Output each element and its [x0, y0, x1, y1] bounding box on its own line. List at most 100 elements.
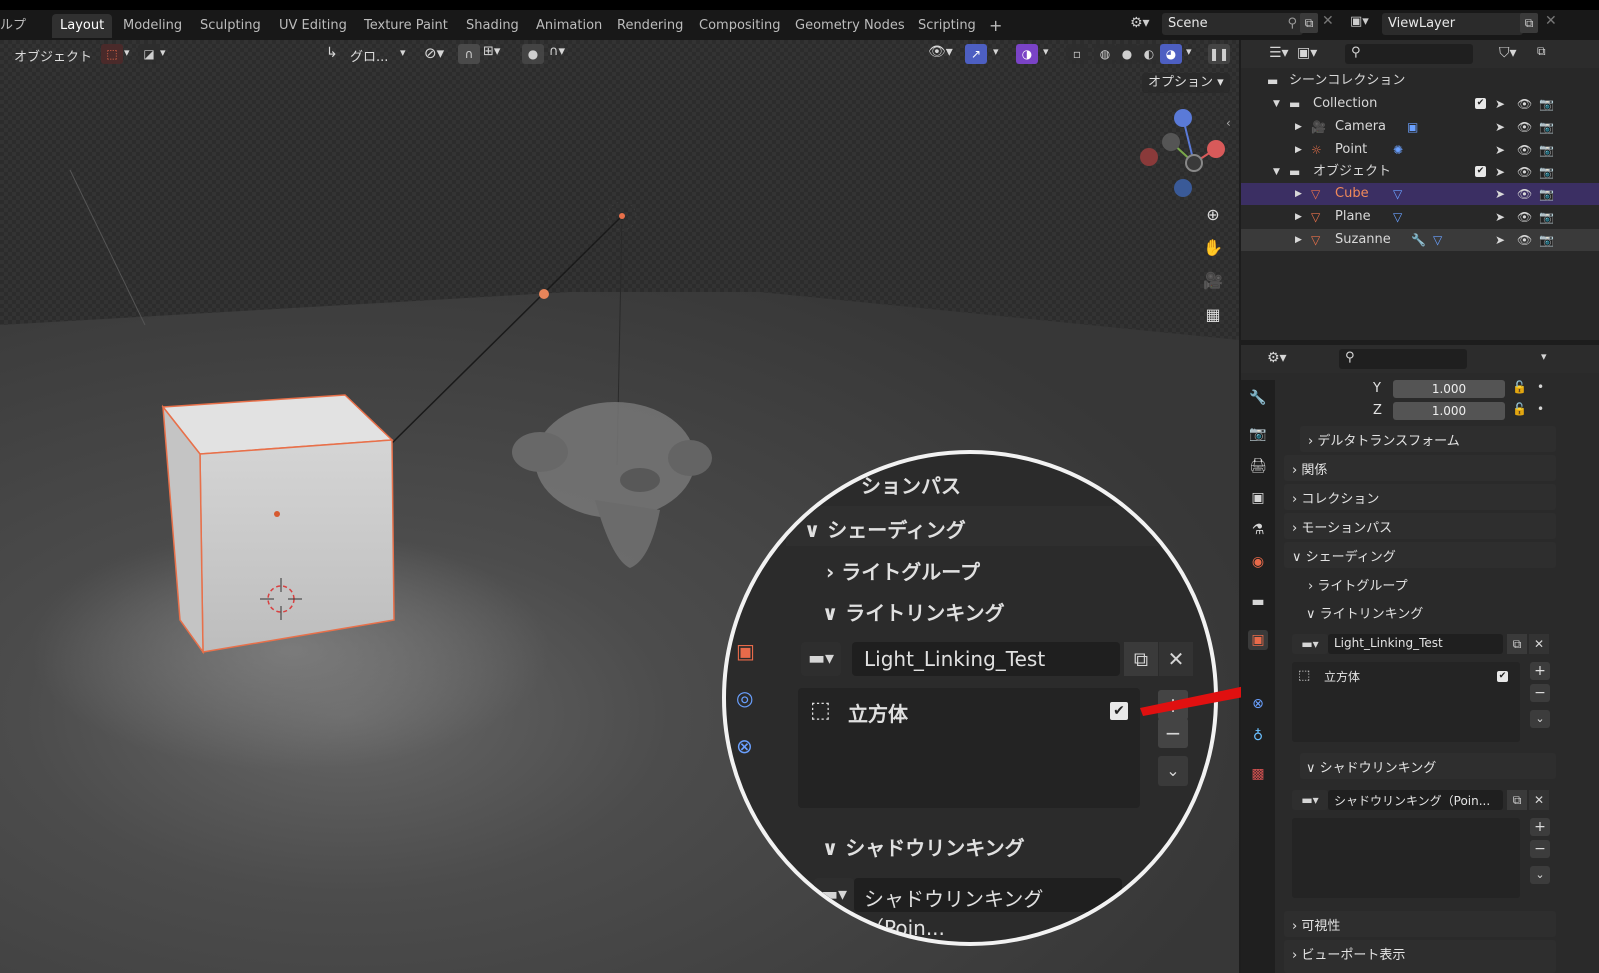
expand-arrow-icon[interactable]: ▼	[1273, 161, 1280, 183]
physics-tab-icon[interactable]: ⊗	[1248, 694, 1268, 714]
callout-collection-field[interactable]: Light_Linking_Test	[852, 642, 1120, 676]
transform-orientation-icon[interactable]: ↳	[326, 45, 338, 61]
receiver-item-checkbox[interactable]: ✔	[1497, 671, 1508, 682]
subpanel-light-linking[interactable]: ∨ ライトリンキング	[1306, 603, 1423, 622]
falloff-icon[interactable]: ∩▾	[549, 44, 565, 59]
subpanel-light-group[interactable]: › ライトグループ	[1308, 575, 1408, 594]
receiver-menu-chevron-icon[interactable]: ⌄	[1530, 710, 1550, 728]
help-menu[interactable]: ルプ	[0, 14, 34, 38]
scale-y-field[interactable]: 1.000	[1393, 380, 1505, 398]
new-collection-icon[interactable]: ⧉	[1507, 634, 1527, 654]
cube-object[interactable]	[161, 394, 395, 655]
gizmo-x-axis[interactable]	[1207, 140, 1225, 158]
tool-tab-icon[interactable]: 🔧	[1248, 388, 1268, 408]
view-layer-tab-icon[interactable]: ▣	[1248, 488, 1268, 508]
gizmo-neg-y-axis[interactable]	[1185, 154, 1203, 172]
chevron-down-icon[interactable]: ▾	[1541, 350, 1547, 363]
keyframe-dot-icon[interactable]: •	[1537, 380, 1544, 394]
snap-icon[interactable]: ∩	[458, 44, 480, 64]
transform-orientation[interactable]: グロ...	[350, 46, 388, 65]
chevron-down-icon[interactable]: ▾	[993, 45, 999, 58]
unlink-shadow-collection-icon[interactable]: ✕	[1529, 790, 1549, 810]
collection-tab-icon[interactable]: ▬	[1248, 592, 1268, 612]
exclude-checkbox[interactable]: ✔	[1475, 166, 1486, 177]
view-mode-icon[interactable]: ▣▾	[1297, 45, 1317, 61]
view-layer-icon[interactable]: ▣▾	[1350, 14, 1369, 29]
snap-target-icon[interactable]: ⊞▾	[483, 44, 500, 59]
eye-icon[interactable]: 👁	[1517, 116, 1532, 138]
select-arrow-icon[interactable]: ➤	[1495, 183, 1505, 205]
scene-tab-icon[interactable]: ⚗	[1248, 520, 1268, 540]
material-shading-icon[interactable]: ◐	[1138, 44, 1160, 64]
callout-physics-tab-icon[interactable]: ⊗	[736, 734, 753, 758]
scene-type-icon[interactable]: ⚙▾	[1130, 15, 1150, 31]
rendered-shading-icon[interactable]: ◕	[1160, 44, 1182, 64]
outliner-row-cube[interactable]: ▶ ▽ Cube ▽ ➤ 👁 📷	[1241, 183, 1599, 205]
select-arrow-icon[interactable]: ➤	[1495, 116, 1505, 138]
tab-shading[interactable]: Shading	[458, 14, 527, 38]
panel-delta-transform[interactable]: › デルタトランスフォーム	[1300, 426, 1556, 452]
callout-shadow-collection-icon[interactable]: ▬▾	[814, 878, 854, 912]
tab-rendering[interactable]: Rendering	[609, 14, 691, 38]
navigation-gizmo[interactable]	[1135, 108, 1235, 208]
display-mode-icon[interactable]: ☰▾	[1269, 45, 1289, 61]
tab-modeling[interactable]: Modeling	[115, 14, 190, 38]
subpanel-shadow-linking[interactable]: ∨ シャドウリンキング	[1300, 753, 1556, 779]
mesh-data-icon[interactable]: ▽	[1393, 183, 1402, 205]
eye-icon[interactable]: 👁	[1517, 139, 1532, 161]
eye-icon[interactable]: 👁	[1517, 229, 1532, 251]
outliner-search-input[interactable]: ⚲	[1345, 44, 1473, 64]
outliner-row-plane[interactable]: ▶ ▽ Plane ▽ ➤ 👁 📷	[1241, 206, 1599, 228]
mesh-data-icon[interactable]: ▽	[1433, 229, 1442, 251]
gizmo-neg-z-axis[interactable]	[1174, 179, 1192, 197]
options-dropdown[interactable]: オプション ▾	[1142, 73, 1230, 93]
callout-modifier-tab-icon[interactable]: ◎	[736, 686, 753, 710]
panel-visibility[interactable]: › 可視性	[1284, 911, 1556, 937]
solid-shading-icon[interactable]: ●	[1116, 44, 1138, 64]
select-arrow-icon[interactable]: ➤	[1495, 139, 1505, 161]
overlays-icon[interactable]: ◑	[1016, 44, 1038, 64]
chevron-down-icon[interactable]: ▾	[160, 46, 166, 59]
light-linking-collection-field[interactable]: Light_Linking_Test	[1328, 634, 1503, 654]
tab-animation[interactable]: Animation	[528, 14, 610, 38]
camera-render-icon[interactable]: 📷	[1539, 206, 1554, 228]
camera-render-icon[interactable]: 📷	[1539, 139, 1554, 161]
exclude-checkbox[interactable]: ✔	[1475, 98, 1486, 109]
gizmo-icon[interactable]: ↗	[965, 44, 987, 64]
panel-shading[interactable]: ∨ シェーディング	[1284, 542, 1556, 568]
tab-sculpting[interactable]: Sculpting	[192, 14, 269, 38]
expand-arrow-icon[interactable]: ▶	[1295, 229, 1302, 251]
material-tab-icon[interactable]: ▩	[1248, 764, 1268, 784]
mesh-data-icon[interactable]: ▽	[1393, 206, 1402, 228]
tab-scripting[interactable]: Scripting	[910, 14, 984, 38]
expand-arrow-icon[interactable]: ▶	[1295, 116, 1302, 138]
tab-geometry-nodes[interactable]: Geometry Nodes	[787, 14, 913, 38]
pan-hand-icon[interactable]: ✋	[1200, 235, 1226, 261]
light-point-handle[interactable]	[539, 289, 549, 299]
editor-type-icon[interactable]: ⚙▾	[1267, 350, 1287, 366]
pause-render-icon[interactable]: ❚❚	[1208, 44, 1230, 64]
chevron-down-icon[interactable]: ▾	[400, 46, 406, 59]
outliner-row-suzanne[interactable]: ▶ ▽ Suzanne 🔧 ▽ ➤ 👁 📷	[1241, 229, 1599, 251]
callout-remove-icon[interactable]: −	[1158, 718, 1188, 748]
delete-view-layer-icon[interactable]: ✕	[1545, 13, 1557, 29]
scale-z-field[interactable]: 1.000	[1393, 402, 1505, 420]
shadow-linking-collection-icon[interactable]: ▬▾	[1292, 790, 1328, 810]
constraints-tab-icon[interactable]: ♁	[1248, 726, 1268, 746]
outliner-row-camera[interactable]: ▶ 🎥 Camera ▣ ➤ 👁 📷	[1241, 116, 1599, 138]
world-tab-icon[interactable]: ◉	[1248, 552, 1268, 572]
light-data-icon[interactable]: ✺	[1393, 139, 1403, 161]
expand-arrow-icon[interactable]: ▶	[1295, 139, 1302, 161]
camera-render-icon[interactable]: 📷	[1539, 116, 1554, 138]
remove-receiver-icon[interactable]: −	[1530, 684, 1550, 702]
callout-shading-header[interactable]: ∨ シェーディング	[804, 514, 966, 543]
add-workspace-icon[interactable]: +	[981, 14, 1010, 38]
panel-relations[interactable]: › 関係	[1284, 455, 1556, 481]
proportional-edit-icon[interactable]: ●	[522, 44, 544, 64]
expand-arrow-icon[interactable]: ▶	[1295, 183, 1302, 205]
zoom-icon[interactable]: ⊕	[1200, 202, 1226, 228]
visibility-icon[interactable]: 👁▾	[928, 44, 953, 60]
eye-icon[interactable]: 👁	[1517, 161, 1532, 183]
expand-arrow-icon[interactable]: ▶	[1295, 206, 1302, 228]
camera-render-icon[interactable]: 📷	[1539, 229, 1554, 251]
